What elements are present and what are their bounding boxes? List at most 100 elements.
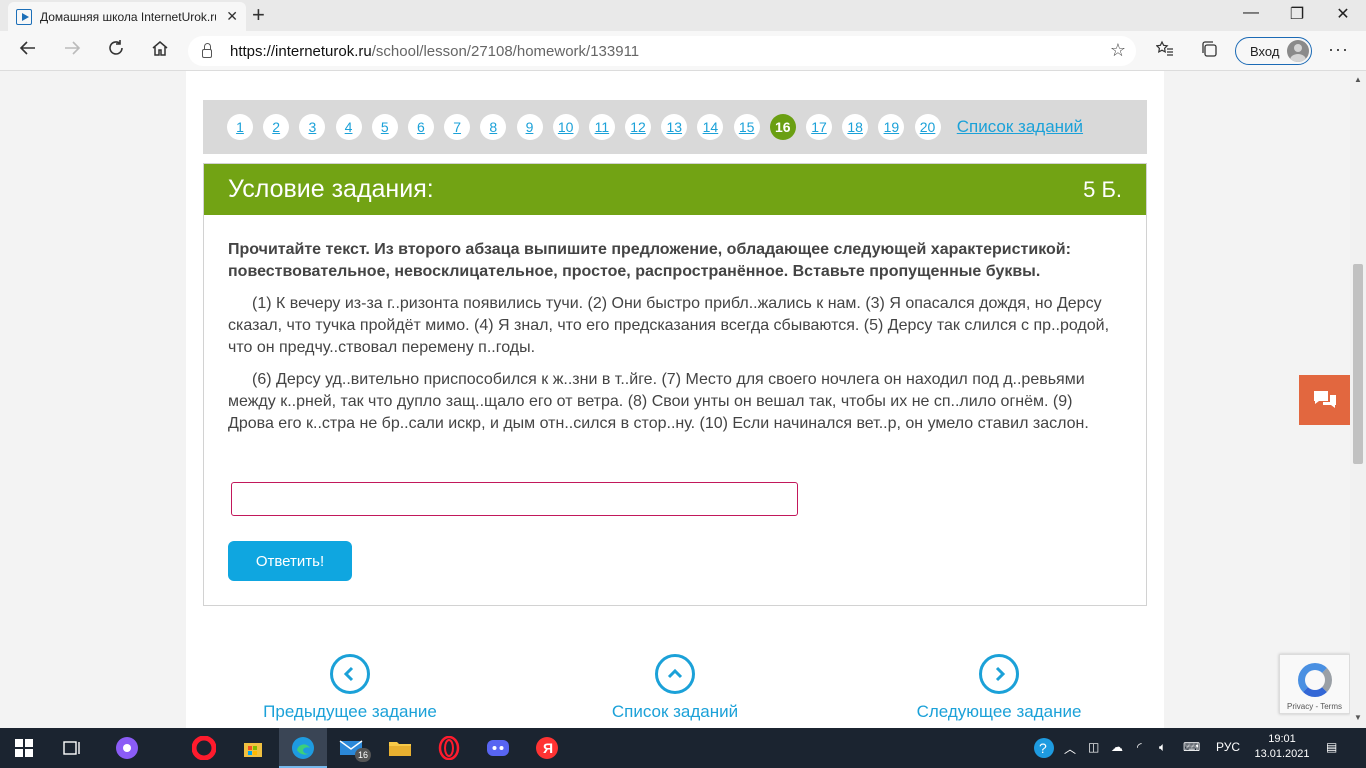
page-link[interactable]: 10 — [552, 114, 579, 140]
task-list-link[interactable]: Список заданий — [957, 117, 1083, 137]
svg-text:Я: Я — [543, 740, 553, 756]
task-pager: 1 2 3 4 5 6 7 8 9 10 11 12 13 14 15 16 1… — [203, 100, 1147, 154]
page-link[interactable]: 14 — [697, 114, 724, 140]
more-menu-icon[interactable]: ··· — [1328, 39, 1349, 60]
svg-text:?: ? — [1039, 740, 1047, 756]
clock-date: 13.01.2021 — [1254, 748, 1310, 760]
yandex-browser-icon[interactable]: Я — [535, 736, 559, 760]
new-tab-button[interactable]: + — [252, 3, 265, 27]
refresh-icon[interactable] — [104, 39, 128, 62]
task-list-label: Список заданий — [611, 702, 739, 721]
page-link[interactable]: 17 — [806, 114, 832, 140]
page-link[interactable]: 2 — [263, 114, 290, 140]
prev-task-label: Предыдущее задание — [263, 702, 437, 721]
favorites-icon[interactable] — [1155, 40, 1174, 63]
chevron-up-tray-icon[interactable]: ︿ — [1064, 740, 1076, 757]
onedrive-cloud-icon[interactable]: ☁ — [1111, 740, 1123, 754]
scroll-up-icon[interactable]: ▲ — [1354, 75, 1362, 84]
profile-signin-button[interactable]: Вход — [1235, 37, 1312, 65]
browser-tab[interactable]: Домашняя школа InternetUrok.ru ✕ — [8, 2, 246, 31]
opera-gx-icon[interactable] — [437, 736, 461, 760]
meet-now-icon[interactable]: ◫ — [1088, 740, 1099, 754]
recaptcha-links[interactable]: Privacy - Terms — [1280, 702, 1349, 711]
chevron-left-icon — [330, 654, 370, 694]
page-link[interactable]: 1 — [227, 114, 253, 140]
page-link[interactable]: 12 — [625, 114, 652, 140]
keyboard-icon[interactable]: ⌨ — [1183, 740, 1200, 754]
store-icon[interactable] — [241, 736, 265, 760]
task-title: Условие задания: — [228, 175, 434, 203]
submit-answer-button[interactable]: Ответить! — [228, 541, 352, 581]
page-link[interactable]: 20 — [914, 114, 941, 140]
start-windows-icon[interactable] — [12, 736, 36, 760]
scroll-down-icon[interactable]: ▼ — [1354, 713, 1362, 722]
file-explorer-icon[interactable] — [388, 736, 412, 760]
back-icon[interactable] — [16, 39, 40, 62]
answer-input[interactable] — [231, 482, 798, 516]
favorite-star-icon[interactable]: ☆ — [1110, 40, 1126, 61]
avatar — [1287, 40, 1309, 62]
lock-icon[interactable] — [202, 42, 212, 58]
site-favicon-icon — [16, 8, 32, 25]
close-window-button[interactable]: ✕ — [1320, 4, 1366, 24]
discord-icon[interactable] — [486, 736, 510, 760]
text-paragraph-1: (1) К вечеру из-за г..ризонта появились … — [228, 295, 1110, 356]
page-link[interactable]: 4 — [335, 114, 362, 140]
home-icon[interactable] — [148, 39, 172, 62]
recaptcha-badge[interactable]: Privacy - Terms — [1279, 654, 1350, 714]
clock-time: 19:01 — [1268, 733, 1296, 745]
tab-close-icon[interactable]: ✕ — [226, 8, 238, 25]
browser-tab-bar: Домашняя школа InternetUrok.ru ✕ + — ❐ ✕ — [0, 0, 1366, 31]
page-scrollbar[interactable]: ▲ ▼ — [1350, 71, 1366, 728]
mail-badge: 16 — [355, 748, 371, 762]
chat-icon — [1313, 391, 1336, 408]
volume-icon[interactable]: 🔈︎ — [1159, 740, 1166, 755]
page-link[interactable]: 15 — [733, 114, 760, 140]
prev-task-link[interactable]: Предыдущее задание — [240, 654, 460, 722]
forward-icon[interactable] — [60, 39, 84, 62]
tab-title: Домашняя школа InternetUrok.ru — [40, 9, 216, 24]
browser-toolbar: https://interneturok.ru/school/lesson/27… — [0, 31, 1366, 71]
alice-assistant-icon[interactable] — [115, 736, 139, 760]
signin-label: Вход — [1250, 43, 1280, 59]
page-link[interactable]: 6 — [407, 114, 434, 140]
page-link[interactable]: 11 — [588, 114, 615, 140]
minimize-button[interactable]: — — [1228, 4, 1274, 22]
chat-widget-button[interactable] — [1299, 375, 1350, 425]
page-link[interactable]: 13 — [661, 114, 688, 140]
page-link[interactable]: 19 — [878, 114, 905, 140]
next-task-link[interactable]: Следующее задание — [889, 654, 1109, 722]
page-link[interactable]: 9 — [516, 114, 543, 140]
network-icon[interactable]: ◜ — [1137, 740, 1142, 754]
scroll-thumb[interactable] — [1353, 264, 1363, 464]
address-bar[interactable]: https://interneturok.ru/school/lesson/27… — [188, 36, 1136, 66]
language-indicator[interactable]: РУС — [1216, 740, 1240, 754]
main-content: 1 2 3 4 5 6 7 8 9 10 11 12 13 14 15 16 1… — [186, 71, 1164, 728]
windows-taskbar: 16 Я ? ︿ ◫ ☁ ◜ 🔈︎ ⌨ РУС 19:01 13.01.2021… — [0, 728, 1366, 768]
text-paragraph-2: (6) Дерсу уд..вительно приспособился к ж… — [228, 371, 1089, 432]
page-link-current[interactable]: 16 — [769, 114, 796, 140]
restore-button[interactable]: ❐ — [1274, 4, 1320, 24]
page-link[interactable]: 8 — [480, 114, 507, 140]
collections-icon[interactable] — [1200, 40, 1218, 63]
system-clock[interactable]: 19:01 13.01.2021 — [1252, 732, 1312, 762]
task-instruction: Прочитайте текст. Из второго абзаца выпи… — [228, 241, 1071, 280]
help-icon[interactable]: ? — [1032, 736, 1056, 760]
task-points: 5 Б. — [1083, 176, 1122, 202]
edge-browser-icon[interactable] — [291, 736, 315, 760]
page-link[interactable]: 18 — [842, 114, 869, 140]
page-link[interactable]: 3 — [299, 114, 326, 140]
task-list-bottom-link[interactable]: Список заданий — [565, 654, 785, 722]
chevron-up-icon — [655, 654, 695, 694]
page-link[interactable]: 7 — [444, 114, 471, 140]
url-text: https://interneturok.ru/school/lesson/27… — [230, 42, 640, 60]
page-viewport: 1 2 3 4 5 6 7 8 9 10 11 12 13 14 15 16 1… — [0, 71, 1350, 728]
task-panel: Условие задания: 5 Б. Прочитайте текст. … — [203, 163, 1147, 606]
task-view-icon[interactable] — [60, 736, 84, 760]
opera-icon[interactable] — [192, 736, 216, 760]
task-body: Прочитайте текст. Из второго абзаца выпи… — [204, 215, 1146, 435]
page-link[interactable]: 5 — [371, 114, 398, 140]
notifications-icon[interactable]: ▤ — [1326, 740, 1337, 754]
chevron-right-icon — [979, 654, 1019, 694]
recaptcha-icon — [1298, 663, 1332, 697]
